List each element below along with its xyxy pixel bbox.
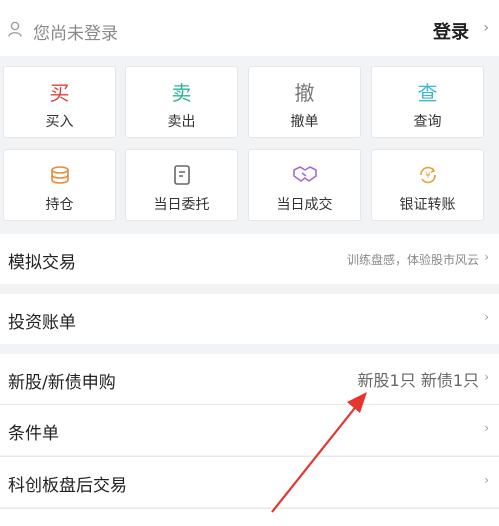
annotation-arrow (271, 392, 367, 513)
